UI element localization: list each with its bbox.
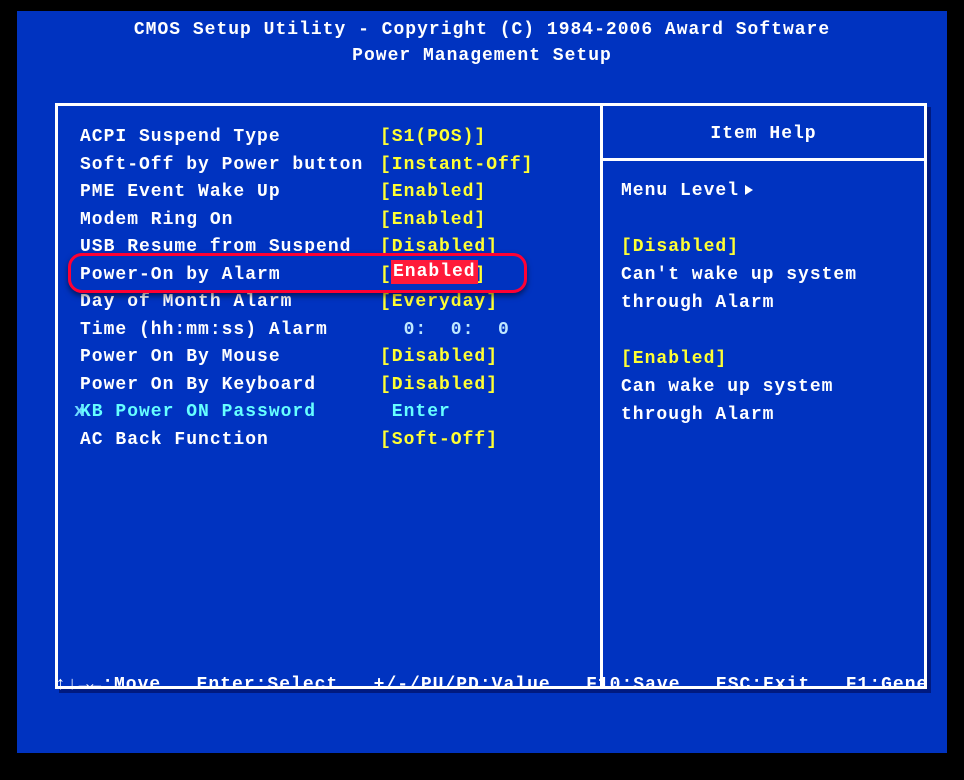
setting-label: Soft-Off by Power button <box>80 152 380 180</box>
setting-value[interactable]: [Soft-Off] <box>380 427 498 455</box>
footer: ↑↓→←:Move Enter:Select +/-/PU/PD:Value F… <box>55 625 927 745</box>
setting-label: PME Event Wake Up <box>80 179 380 207</box>
help-enabled-text1: Can wake up system <box>621 373 906 401</box>
setting-label: Power-On by Alarm <box>80 262 380 290</box>
setting-value[interactable]: [S1(POS)] <box>380 124 486 152</box>
header-title-2: Power Management Setup <box>17 43 947 69</box>
setting-value[interactable]: [Disabled] <box>380 344 498 372</box>
help-enabled-text2: through Alarm <box>621 401 906 429</box>
setting-row[interactable]: Day of Month Alarm[Everyday] <box>80 289 600 317</box>
setting-value[interactable]: [Instant-Off] <box>380 152 533 180</box>
chevron-right-icon <box>745 185 753 195</box>
setting-label: Day of Month Alarm <box>80 289 380 317</box>
help-disabled-text2: through Alarm <box>621 289 906 317</box>
content-frame: ACPI Suspend Type[S1(POS)]Soft-Off by Po… <box>55 103 927 689</box>
setting-label: KB Power ON Password <box>80 399 380 427</box>
setting-row[interactable]: Soft-Off by Power button[Instant-Off] <box>80 152 600 180</box>
header: CMOS Setup Utility - Copyright (C) 1984-… <box>17 11 947 69</box>
setting-row[interactable]: Power On By Mouse[Disabled] <box>80 344 600 372</box>
setting-row[interactable]: xKB Power ON Password Enter <box>80 399 600 427</box>
disabled-indicator: x <box>74 399 86 427</box>
setting-value[interactable]: 0: 0: 0 <box>380 317 510 345</box>
bios-screen: CMOS Setup Utility - Copyright (C) 1984-… <box>14 8 950 756</box>
setting-value[interactable]: [Disabled] <box>380 234 498 262</box>
setting-label: Power On By Keyboard <box>80 372 380 400</box>
setting-row[interactable]: AC Back Function[Soft-Off] <box>80 427 600 455</box>
footer-line1: ↑↓→←:Move Enter:Select +/-/PU/PD:Value F… <box>55 673 927 697</box>
header-title-1: CMOS Setup Utility - Copyright (C) 1984-… <box>17 17 947 43</box>
setting-row[interactable]: ACPI Suspend Type[S1(POS)] <box>80 124 600 152</box>
setting-value[interactable]: [Disabled] <box>380 372 498 400</box>
setting-label: AC Back Function <box>80 427 380 455</box>
help-title: Item Help <box>603 106 924 161</box>
setting-row[interactable]: PME Event Wake Up[Enabled] <box>80 179 600 207</box>
setting-label: Power On By Mouse <box>80 344 380 372</box>
setting-value[interactable]: [Everyday] <box>380 289 498 317</box>
setting-row[interactable]: Power On By Keyboard[Disabled] <box>80 372 600 400</box>
help-disabled-heading: [Disabled] <box>621 233 906 261</box>
setting-value[interactable]: [Enabled] <box>380 179 486 207</box>
settings-pane: ACPI Suspend Type[S1(POS)]Soft-Off by Po… <box>58 106 600 686</box>
setting-row[interactable]: Modem Ring On[Enabled] <box>80 207 600 235</box>
setting-label: Modem Ring On <box>80 207 380 235</box>
setting-label: Time (hh:mm:ss) Alarm <box>80 317 380 345</box>
setting-row[interactable]: USB Resume from Suspend[Disabled] <box>80 234 600 262</box>
help-disabled-text1: Can't wake up system <box>621 261 906 289</box>
setting-value[interactable]: [Enabled] <box>380 207 486 235</box>
setting-label: ACPI Suspend Type <box>80 124 380 152</box>
highlight-value: Enabled <box>391 260 478 284</box>
help-pane: Item Help Menu Level [Disabled] Can't wa… <box>600 106 924 686</box>
setting-row[interactable]: Time (hh:mm:ss) Alarm 0: 0: 0 <box>80 317 600 345</box>
menu-level: Menu Level <box>621 177 906 205</box>
setting-row[interactable]: Power-On by Alarm[Enabled] <box>80 262 600 290</box>
setting-value[interactable]: Enter <box>380 399 451 427</box>
help-body: Menu Level [Disabled] Can't wake up syst… <box>603 161 924 445</box>
setting-label: USB Resume from Suspend <box>80 234 380 262</box>
help-enabled-heading: [Enabled] <box>621 345 906 373</box>
